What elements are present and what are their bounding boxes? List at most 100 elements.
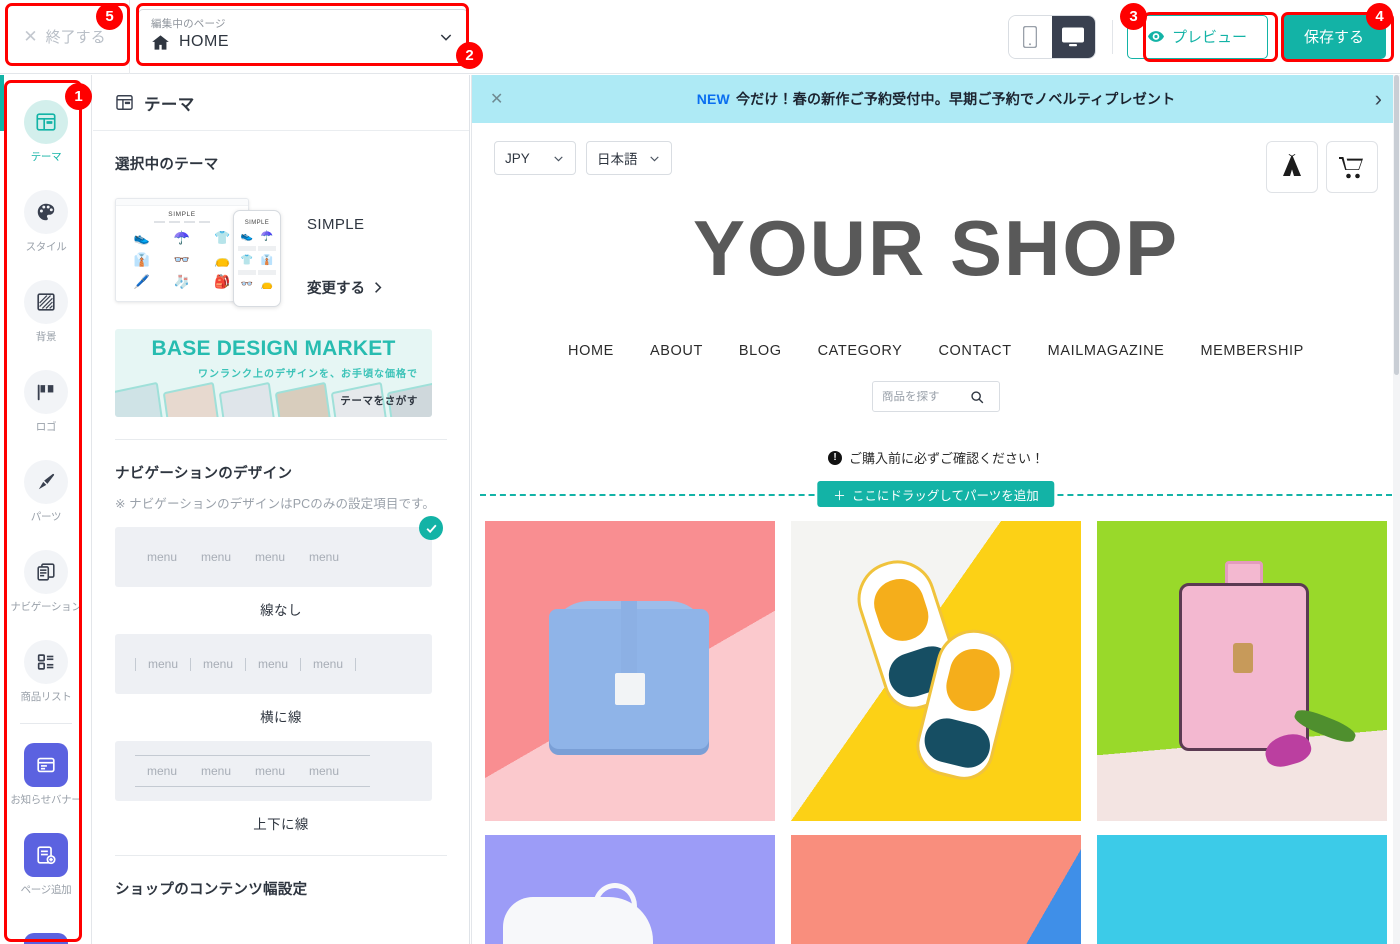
purchase-notice: ! ご購入前に必ずご確認ください！ xyxy=(472,448,1400,467)
close-icon: ✕ xyxy=(23,27,38,46)
nav-link-mailmagazine[interactable]: MAILMAGAZINE xyxy=(1048,343,1165,359)
product-item-coral[interactable] xyxy=(791,835,1081,944)
locale-selects: JPY 日本語 xyxy=(494,141,1378,175)
announcement-text-wrap: NEW 今だけ！春の新作ご予約受付中。早期ご予約でノベルティプレゼント xyxy=(472,89,1400,109)
product-item-white-sneaker[interactable] xyxy=(485,835,775,944)
nav-option-top-bottom-lines[interactable]: menu menu menu menu xyxy=(115,741,432,801)
sidebar-item-notice-banner[interactable]: お知らせバナー xyxy=(0,730,91,820)
sidebar-item-more-app[interactable] xyxy=(0,910,91,944)
panel-header: テーマ xyxy=(93,75,469,131)
theme-thumbnail-desktop: SIMPLE 👟 ☂️ 👕 👔 👓 👝 🖊️ 🧦 🎒 xyxy=(115,198,249,302)
nav-design-heading: ナビゲーションのデザイン xyxy=(115,466,293,482)
rail-divider xyxy=(19,723,72,724)
nav-option-menu-label: menu xyxy=(308,764,340,778)
banner-cta[interactable]: テーマをさがす xyxy=(340,393,418,408)
sidebar-item-style[interactable]: スタイル xyxy=(0,177,91,267)
sidebar-item-product-list[interactable]: 商品リスト xyxy=(0,627,91,717)
language-select-value: 日本語 xyxy=(597,152,638,167)
purchase-notice-text: ご購入前に必ずご確認ください！ xyxy=(848,451,1044,466)
search-input[interactable] xyxy=(882,390,964,403)
nav-link-blog[interactable]: BLOG xyxy=(739,343,782,359)
sidebar-item-background-label: 背景 xyxy=(35,331,57,343)
shop-preview-canvas: ✕ NEW 今だけ！春の新作ご予約受付中。早期ご予約でノベルティプレゼント › J… xyxy=(471,75,1400,944)
plus-icon: ＋ xyxy=(833,488,846,503)
sidebar-item-parts[interactable]: パーツ xyxy=(0,447,91,537)
sidebar-item-product-list-label: 商品リスト xyxy=(20,691,72,703)
cart-button[interactable] xyxy=(1326,141,1378,193)
add-part-label: ここにドラッグしてパーツを追加 xyxy=(851,488,1039,503)
parts-dropzone[interactable]: ＋ ここにドラッグしてパーツを追加 xyxy=(472,481,1400,507)
toolbar-divider xyxy=(1111,19,1113,54)
theme-thumbnail[interactable]: SIMPLE 👟 ☂️ 👕 👔 👓 👝 🖊️ 🧦 🎒 SIMPLE 👟 ☂️ 👕 👔 xyxy=(115,194,281,307)
toolbar-actions: プレビュー 保存する xyxy=(1007,14,1400,59)
tipi-button[interactable] xyxy=(1266,141,1318,193)
save-button[interactable]: 保存する xyxy=(1281,14,1386,59)
phone-icon xyxy=(1023,25,1038,48)
search-icon[interactable] xyxy=(970,390,984,404)
preview-scrollbar[interactable] xyxy=(1393,75,1400,944)
design-market-banner[interactable]: BASE DESIGN MARKET ワンランク上のデザインを、お手頃な価格で … xyxy=(115,329,432,417)
sidebar-item-navigation-label: ナビゲーション xyxy=(10,601,82,613)
nav-option-menu-label: menu xyxy=(308,550,340,564)
sidebar-item-add-page[interactable]: ページ追加 xyxy=(0,820,91,910)
banner-subtitle: ワンランク上のデザインを、お手頃な価格で xyxy=(198,369,418,380)
nav-option-no-line[interactable]: menu menu menu menu xyxy=(115,516,443,587)
sidebar-item-logo[interactable]: ロゴ xyxy=(0,357,91,447)
banner-title: BASE DESIGN MARKET xyxy=(151,337,396,360)
language-select[interactable]: 日本語 xyxy=(586,141,672,175)
exit-button-label: 終了する xyxy=(45,29,106,46)
product-item-blue-bag[interactable] xyxy=(485,521,775,821)
flag-icon xyxy=(24,370,68,414)
nav-option-side-lines[interactable]: menu menu menu menu xyxy=(115,634,432,694)
currency-select[interactable]: JPY xyxy=(494,141,576,175)
exit-button[interactable]: ✕ 終了する xyxy=(0,0,130,74)
theme-name: SIMPLE xyxy=(307,216,365,233)
panel-divider xyxy=(115,439,447,440)
nav-link-contact[interactable]: CONTACT xyxy=(938,343,1011,359)
add-part-button[interactable]: ＋ ここにドラッグしてパーツを追加 xyxy=(817,481,1055,507)
chevron-down-icon xyxy=(554,155,563,162)
announcement-badge: NEW xyxy=(696,91,730,107)
home-icon xyxy=(152,34,169,50)
sidebar-item-logo-label: ロゴ xyxy=(35,421,57,433)
change-theme-link[interactable]: 変更する xyxy=(307,277,382,298)
mobile-view-toggle[interactable] xyxy=(1008,15,1052,58)
desktop-view-toggle[interactable] xyxy=(1051,15,1095,58)
brush-icon xyxy=(24,460,68,504)
nav-link-category[interactable]: CATEGORY xyxy=(818,343,903,359)
search-box[interactable] xyxy=(872,381,1000,412)
nav-option-menu-label: menu xyxy=(147,657,179,671)
page-select-value: HOME xyxy=(179,33,229,50)
preview-button-label: プレビュー xyxy=(1171,29,1247,46)
product-item-pink-bag[interactable] xyxy=(1097,521,1387,821)
nav-link-home[interactable]: HOME xyxy=(568,343,614,359)
windows-stack-icon xyxy=(24,550,68,594)
content-width-heading: ショップのコンテンツ幅設定 xyxy=(115,882,308,898)
chevron-right-icon xyxy=(375,282,382,293)
theme-thumbnail-title: SIMPLE xyxy=(168,211,196,218)
theme-layout-icon xyxy=(24,100,68,144)
sidebar-item-theme-label: テーマ xyxy=(30,151,62,163)
nav-link-membership[interactable]: MEMBERSHIP xyxy=(1200,343,1304,359)
nav-link-about[interactable]: ABOUT xyxy=(650,343,703,359)
page-select-label: 編集中のページ xyxy=(151,17,226,30)
preview-button[interactable]: プレビュー xyxy=(1126,14,1268,59)
active-indicator-bar xyxy=(0,75,4,131)
left-icon-rail: テーマ スタイル 背景 ロゴ パーツ ナビゲーション 商品リスト お知らせバナー… xyxy=(0,75,92,944)
chevron-down-icon xyxy=(649,155,659,162)
change-theme-label: 変更する xyxy=(307,281,365,297)
product-item-cyan[interactable] xyxy=(1097,835,1387,944)
nav-option-menu-label: menu xyxy=(200,764,232,778)
page-select[interactable]: 編集中のページ HOME xyxy=(138,8,468,65)
sidebar-item-navigation[interactable]: ナビゲーション xyxy=(0,537,91,627)
device-toggle[interactable] xyxy=(1007,14,1096,59)
theme-thumbnail-mobile: SIMPLE 👟 ☂️ 👕 👔 👓 👝 xyxy=(233,210,281,307)
announcement-text: 今だけ！春の新作ご予約受付中。早期ご予約でノベルティプレゼント xyxy=(735,91,1176,107)
nav-option-menu-label: menu xyxy=(254,550,286,564)
product-item-yellow-sneakers[interactable] xyxy=(791,521,1081,821)
cart-icon xyxy=(1339,157,1363,179)
sidebar-item-background[interactable]: 背景 xyxy=(0,267,91,357)
nav-design-note: ※ ナビゲーションのデザインはPCのみの設定項目です。 xyxy=(115,497,436,511)
shop-title: YOUR SHOP xyxy=(692,204,1180,292)
sidebar-item-theme[interactable]: テーマ xyxy=(0,87,91,177)
